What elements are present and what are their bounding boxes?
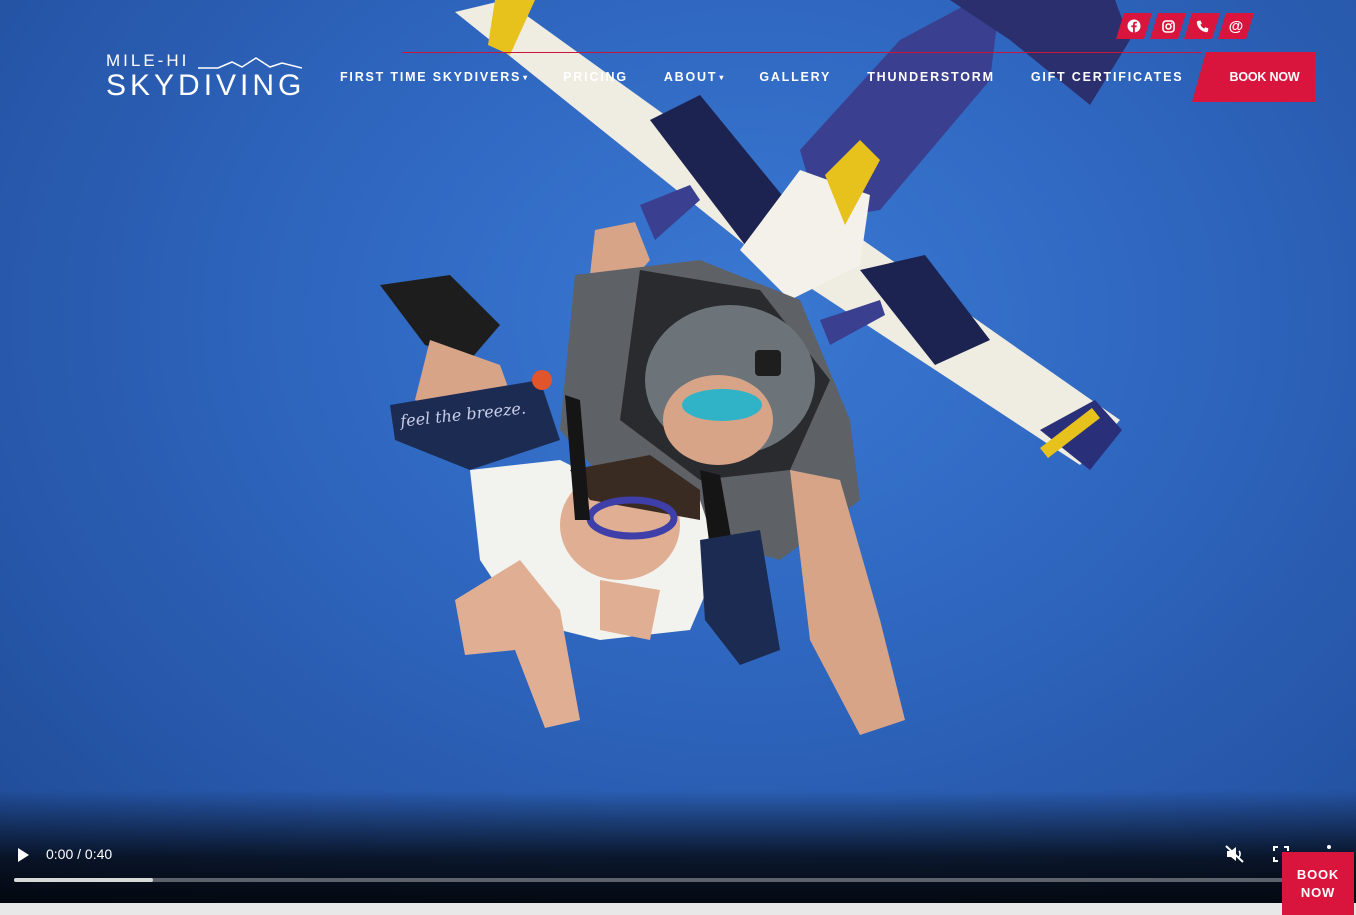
phone-icon xyxy=(1196,20,1209,33)
nav-item-about[interactable]: ABOUT ▾ xyxy=(664,69,723,85)
main-nav: FIRST TIME SKYDIVERS ▾ PRICING ABOUT ▾ G… xyxy=(340,69,1219,85)
chevron-down-icon: ▾ xyxy=(523,72,528,82)
play-icon[interactable] xyxy=(16,847,30,863)
instagram-link[interactable] xyxy=(1150,13,1186,39)
logo-big-text: SKYDIVING xyxy=(106,69,306,102)
chevron-down-icon: ▾ xyxy=(719,72,724,82)
page-bottom-strip xyxy=(0,903,1356,915)
nav-label: THUNDERSTORM xyxy=(867,70,995,84)
social-links: @ xyxy=(1116,13,1252,39)
nav-label: ABOUT xyxy=(663,70,718,84)
facebook-icon xyxy=(1127,19,1141,33)
nav-item-first-time-skydivers[interactable]: FIRST TIME SKYDIVERS ▾ xyxy=(340,69,527,85)
nav-label: PRICING xyxy=(563,70,628,84)
email-link[interactable]: @ xyxy=(1218,13,1254,39)
nav-divider-line xyxy=(402,52,1202,53)
nav-label: GALLERY xyxy=(759,70,832,84)
site-logo[interactable]: MILE-HI SKYDIVING xyxy=(106,52,306,102)
tandem-skydivers xyxy=(380,222,905,735)
nav-item-gallery[interactable]: GALLERY xyxy=(759,69,831,85)
video-progress-track[interactable] xyxy=(14,878,1342,882)
floating-book-line1: BOOK xyxy=(1296,866,1340,882)
phone-link[interactable] xyxy=(1184,13,1220,39)
hero-video[interactable]: feel the breeze. xyxy=(0,0,1356,903)
nav-label: GIFT CERTIFICATES xyxy=(1030,70,1184,84)
video-time-display: 0:00 / 0:40 xyxy=(46,846,113,862)
hero-skydivers-illustration xyxy=(380,0,1130,735)
video-progress-fill xyxy=(14,878,154,882)
muted-volume-icon[interactable] xyxy=(1224,844,1246,864)
book-now-button[interactable]: BOOK NOW xyxy=(1192,52,1315,102)
nav-item-pricing[interactable]: PRICING xyxy=(563,69,628,85)
nav-item-thunderstorm[interactable]: THUNDERSTORM xyxy=(867,69,995,85)
email-at-icon: @ xyxy=(1228,17,1244,35)
facebook-link[interactable] xyxy=(1116,13,1152,39)
instagram-icon xyxy=(1162,20,1175,33)
mountain-logo-icon xyxy=(198,57,302,69)
floating-book-now-button[interactable]: BOOK NOW xyxy=(1282,852,1354,915)
video-controls: 0:00 / 0:40 xyxy=(0,838,1356,888)
nav-item-gift-certificates[interactable]: GIFT CERTIFICATES xyxy=(1031,69,1184,85)
floating-book-line2: NOW xyxy=(1300,884,1336,900)
nav-label: FIRST TIME SKYDIVERS xyxy=(340,70,522,84)
